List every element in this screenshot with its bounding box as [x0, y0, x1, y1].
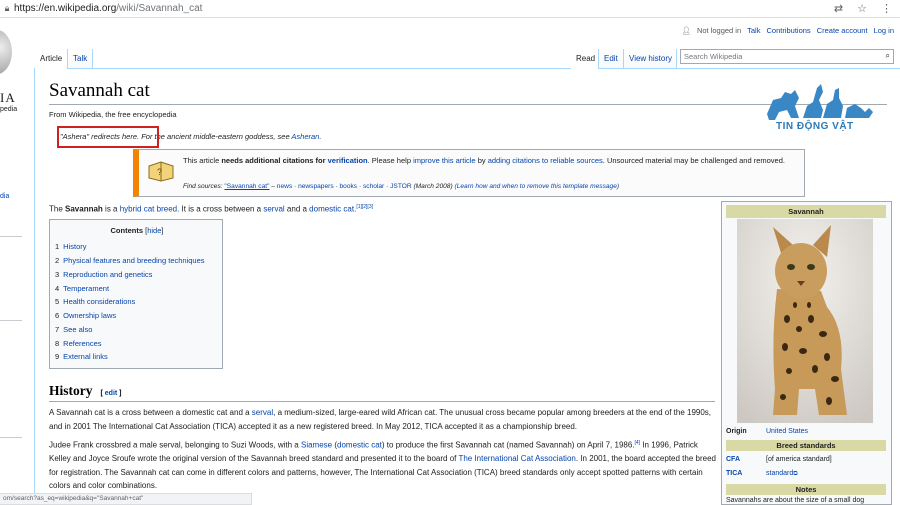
tab-read[interactable]: Read: [571, 47, 601, 69]
infobox-tica: TICA standard⧉: [726, 470, 798, 477]
history-divider: [49, 401, 715, 402]
learn-remove-link[interactable]: (Learn how and when to remove this templ…: [455, 183, 620, 190]
domestic-cat-link[interactable]: domestic cat: [337, 441, 382, 450]
svg-text:?: ?: [157, 167, 162, 177]
verification-link[interactable]: verification: [328, 156, 368, 165]
highlight-box: [57, 126, 159, 148]
search-input[interactable]: Search Wikipedia ⌕: [680, 49, 894, 64]
toc-item[interactable]: 6 Ownership laws: [55, 311, 116, 320]
infobox-title: Savannah: [726, 205, 886, 218]
title-divider: [49, 104, 887, 105]
hybrid-cat-breed-link[interactable]: hybrid cat breed: [120, 205, 177, 214]
page-tagline: From Wikipedia, the free encyclopedia: [49, 110, 177, 119]
infobox-cfa: CFA [of america standard]: [726, 456, 832, 463]
united-states-link[interactable]: United States: [766, 428, 808, 435]
bookmark-star-icon[interactable]: ☆: [857, 2, 867, 15]
toc-item[interactable]: 3 Reproduction and genetics: [55, 270, 152, 279]
history-paragraph-1: A Savannah cat is a cross between a dome…: [49, 408, 712, 431]
scholar-link[interactable]: scholar: [363, 183, 384, 190]
create-account-link[interactable]: Create account: [817, 26, 868, 35]
newspapers-link[interactable]: newspapers: [298, 183, 334, 190]
asheran-link[interactable]: Asheran: [291, 132, 319, 141]
tab-talk[interactable]: Talk: [68, 47, 93, 69]
wikipedia-tagline: pedia: [0, 106, 18, 113]
sidebar-link[interactable]: dia: [0, 193, 9, 200]
cfa-link[interactable]: CFA: [726, 456, 766, 463]
address-url[interactable]: https://en.wikipedia.org/wiki/Savannah_c…: [14, 3, 202, 14]
sidebar-divider: [0, 437, 22, 438]
toc-item[interactable]: 8 References: [55, 339, 102, 348]
personal-tools: 👤︎ Not logged in Talk Contributions Crea…: [681, 26, 894, 35]
page-title: Savannah cat: [49, 80, 150, 101]
news-link[interactable]: news: [277, 183, 292, 190]
jstor-link[interactable]: JSTOR: [390, 183, 412, 190]
tica-link[interactable]: The International Cat Association: [458, 454, 575, 463]
infobox-notes: Savannahs are about the size of a small …: [726, 497, 865, 504]
translate-icon[interactable]: ⇄: [834, 2, 843, 15]
serval-link[interactable]: serval: [252, 408, 273, 417]
adding-citations-link[interactable]: adding citations to reliable sources: [488, 156, 603, 165]
books-link[interactable]: books: [340, 183, 358, 190]
history-heading: History[ edit ]: [49, 383, 122, 398]
sidebar-divider: [0, 236, 22, 237]
toc-item[interactable]: 4 Temperament: [55, 284, 109, 293]
menu-dots-icon[interactable]: ⋮: [881, 2, 892, 15]
citation-notice-text: This article needs additional citations …: [183, 156, 785, 165]
sidebar-divider: [0, 320, 22, 321]
serval-link[interactable]: serval: [263, 205, 284, 214]
toc-title: Contents [hide]: [110, 226, 164, 235]
browser-address-bar[interactable]: 🔒︎ https://en.wikipedia.org/wiki/Savanna…: [0, 0, 900, 18]
savannah-cat-photo[interactable]: [737, 219, 873, 423]
infobox-origin: Origin United States: [726, 428, 809, 435]
status-bar: om/search?as_eq=wikipedia&q="Savannah+ca…: [0, 493, 252, 505]
tab-view-history[interactable]: View history: [624, 47, 677, 69]
tab-article[interactable]: Article: [35, 47, 68, 69]
lock-icon[interactable]: 🔒︎: [0, 3, 14, 14]
not-logged-in-label: Not logged in: [696, 26, 742, 35]
book-question-icon: ?: [148, 161, 174, 182]
notes-header: Notes: [726, 484, 886, 495]
tab-edit[interactable]: Edit: [599, 47, 623, 69]
toc-item[interactable]: 1 History: [55, 242, 87, 251]
toc-item[interactable]: 7 See also: [55, 325, 92, 334]
user-icon: 👤︎: [681, 26, 691, 35]
toc-item[interactable]: 5 Health considerations: [55, 297, 135, 306]
domestic-cat-link[interactable]: domestic cat: [309, 205, 354, 214]
search-icon[interactable]: ⌕: [886, 51, 890, 61]
find-sources: Find sources: "Savannah cat" – news · ne…: [183, 183, 620, 190]
improve-article-link[interactable]: improve this article: [413, 156, 476, 165]
tin-dong-vat-brand: TIN ĐỘNG VẬT: [776, 121, 854, 132]
wikipedia-wordmark: IA: [0, 90, 16, 105]
citation-refs[interactable]: [1][2][3]: [356, 204, 373, 210]
history-paragraph-2: Judee Frank crossbred a male serval, bel…: [49, 440, 716, 491]
tica-standard-link[interactable]: TICA: [726, 470, 766, 477]
log-in-link[interactable]: Log in: [874, 26, 894, 35]
lead-paragraph: The Savannah is a hybrid cat breed. It i…: [49, 204, 373, 214]
toc-item[interactable]: 2 Physical features and breeding techniqu…: [55, 256, 205, 265]
contributions-link[interactable]: Contributions: [766, 26, 810, 35]
find-sources-query-link[interactable]: "Savannah cat": [224, 183, 269, 190]
edit-section-link[interactable]: edit: [105, 390, 117, 397]
external-link-icon: ⧉: [793, 471, 798, 477]
siamese-link[interactable]: Siamese: [301, 441, 332, 450]
talk-link[interactable]: Talk: [747, 26, 760, 35]
toc-item[interactable]: 9 External links: [55, 352, 108, 361]
toc-hide-link[interactable]: hide: [147, 226, 161, 235]
breed-standards-header: Breed standards: [726, 440, 886, 451]
